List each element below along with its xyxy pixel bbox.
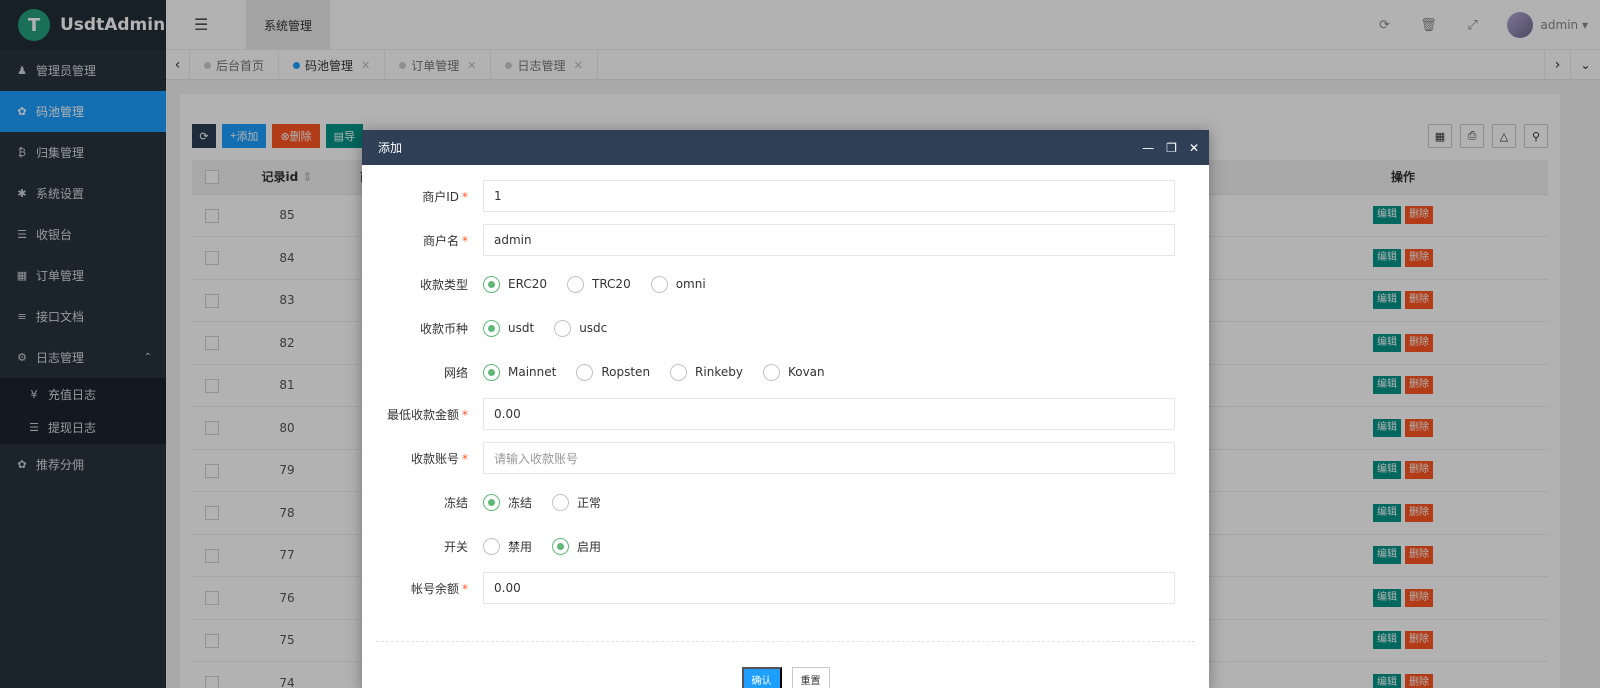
minimize-icon[interactable]: — [1142, 141, 1154, 155]
radio-circle[interactable] [552, 537, 570, 555]
currency-option[interactable]: usdc [554, 319, 608, 337]
balance-input[interactable]: 0.00 [483, 572, 1175, 604]
freeze-option[interactable]: 冻结 [483, 493, 533, 511]
confirm-button[interactable]: 确认 [741, 667, 782, 688]
radio-circle[interactable] [566, 275, 584, 293]
radio-label: ERC20 [508, 277, 547, 291]
currency-radios: usdt usdc [483, 319, 627, 337]
field-label: 收款类型 [419, 277, 468, 292]
pay_type-option[interactable]: TRC20 [566, 275, 631, 293]
network-option[interactable]: Ropsten [576, 363, 651, 381]
radio-circle[interactable] [554, 319, 572, 337]
radio-label: Ropsten [601, 365, 651, 379]
radio-label: Rinkeby [695, 365, 743, 379]
field-label: 收款币种 [419, 321, 468, 336]
maximize-icon[interactable]: ❐ [1166, 141, 1177, 155]
form-row-freeze: 冻结 冻结 正常 [362, 486, 1209, 518]
freeze-option[interactable]: 正常 [552, 493, 602, 511]
network-option[interactable]: Kovan [762, 363, 825, 381]
form-row-balance: 帐号余额 * 0.00 [362, 572, 1209, 604]
reset-button[interactable]: 重置 [791, 667, 830, 688]
currency-option[interactable]: usdt [483, 319, 535, 337]
required-mark: * [462, 233, 468, 248]
required-mark: * [462, 581, 468, 596]
form-row-currency: 收款币种 usdt usdc [362, 312, 1209, 344]
radio-circle[interactable] [650, 275, 668, 293]
network-option[interactable]: Mainnet [483, 363, 557, 381]
dialog-controls: — ❐ ✕ [1142, 130, 1199, 165]
field-label: 帐号余额 * [362, 580, 480, 597]
close-icon[interactable]: ✕ [1189, 141, 1199, 155]
radio-label: usdt [508, 321, 535, 335]
radio-label: TRC20 [591, 277, 631, 291]
form-row-account: 收款账号 * 请输入收款账号 [362, 442, 1209, 474]
min-amount-input[interactable]: 0.00 [483, 398, 1175, 430]
form-row-min-amount: 最低收款金额 * 0.00 [362, 398, 1209, 430]
dialog-buttons: 确认 重置 [362, 667, 1209, 688]
radio-label: Mainnet [508, 365, 557, 379]
min-amount-label: 最低收款金额 [386, 407, 459, 422]
radio-circle[interactable] [576, 363, 594, 381]
pay_type-option[interactable]: ERC20 [483, 275, 547, 293]
field-label: 商户ID * [362, 188, 480, 205]
field-label: 最低收款金额 * [362, 406, 480, 423]
merchant-name-input[interactable]: admin [483, 224, 1175, 256]
required-mark: * [462, 451, 468, 466]
radio-label: omni [675, 277, 706, 291]
required-mark: * [462, 189, 468, 204]
dialog-header: 添加 — ❐ ✕ [362, 130, 1209, 165]
form-row-switch: 开关 禁用 启用 [362, 530, 1209, 562]
form-row-merchant-id: 商户ID * 1 [362, 180, 1209, 212]
radio-circle[interactable] [483, 363, 500, 381]
radio-circle[interactable] [483, 537, 500, 555]
freeze-radios: 冻结 正常 [483, 493, 621, 511]
form-row-merchant-name: 商户名 * admin [362, 224, 1209, 256]
switch-option[interactable]: 启用 [552, 537, 602, 555]
dialog-title: 添加 [378, 141, 403, 155]
field-label: 开关 [443, 539, 468, 554]
merchant-id-label: 商户ID [422, 189, 459, 204]
radio-circle[interactable] [483, 493, 500, 511]
switch-radios: 禁用 启用 [483, 537, 621, 555]
balance-label: 帐号余额 [410, 581, 459, 596]
field-label: 收款账号 * [362, 450, 480, 467]
form-row-pay-type: 收款类型 ERC20 TRC20 omni [362, 268, 1209, 300]
divider [376, 641, 1195, 642]
field-label: 网络 [443, 365, 468, 380]
radio-label: Kovan [787, 365, 825, 379]
radio-circle[interactable] [483, 319, 500, 337]
radio-circle[interactable] [762, 363, 780, 381]
network-radios: Mainnet Ropsten Rinkeby Kovan [483, 363, 845, 381]
network-option[interactable]: Rinkeby [670, 363, 743, 381]
field-label: 冻结 [443, 495, 468, 510]
merchant-name-label: 商户名 [422, 233, 459, 248]
radio-label: 启用 [577, 539, 602, 554]
form-row-network: 网络 Mainnet Ropsten Rinkeby Kovan [362, 356, 1209, 388]
radio-circle[interactable] [670, 363, 688, 381]
radio-label: 正常 [577, 495, 602, 510]
account-input[interactable]: 请输入收款账号 [483, 442, 1175, 474]
required-mark: * [462, 407, 468, 422]
pay_type-option[interactable]: omni [650, 275, 706, 293]
radio-label: 禁用 [508, 539, 533, 554]
radio-circle[interactable] [552, 493, 570, 511]
field-label: 商户名 * [362, 232, 480, 249]
radio-circle[interactable] [483, 275, 500, 293]
account-label: 收款账号 [410, 451, 459, 466]
switch-option[interactable]: 禁用 [483, 537, 533, 555]
merchant-id-input[interactable]: 1 [483, 180, 1175, 212]
radio-label: 冻结 [508, 495, 533, 510]
pay-type-radios: ERC20 TRC20 omni [483, 275, 726, 293]
add-dialog: 添加 — ❐ ✕ 商户ID * 1 商户名 * admin 收款类型 ERC20 TR… [362, 130, 1209, 688]
radio-label: usdc [579, 321, 608, 335]
